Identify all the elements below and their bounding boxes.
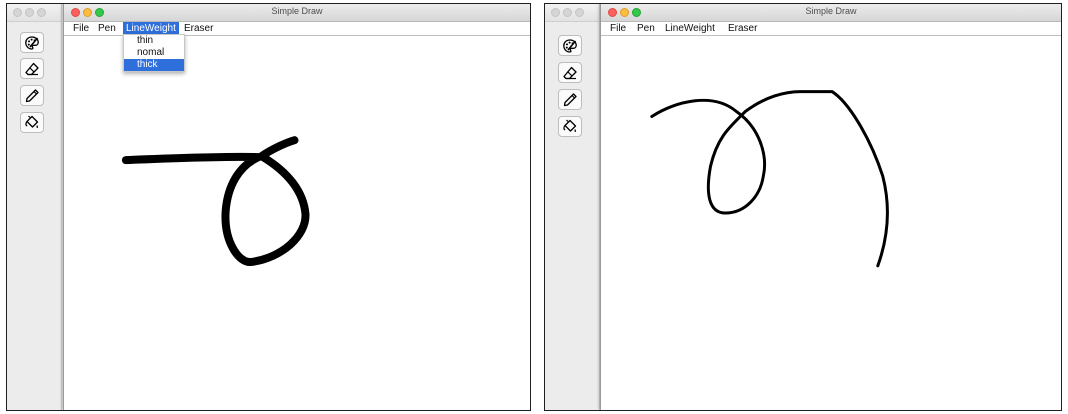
menu-bar: File Pen LineWeight Eraser (601, 22, 1061, 36)
eraser-tool-button[interactable] (20, 58, 44, 79)
screenshot-right: Simple Draw File Pen LineWeight Eraser (544, 3, 1062, 411)
palette-icon (25, 35, 39, 50)
tool-window-titlebar (545, 4, 599, 22)
thin-stroke (650, 90, 889, 268)
tool-palette-window (545, 4, 600, 410)
eraser-tool-button[interactable] (558, 62, 582, 83)
inactive-minimize-button[interactable] (563, 8, 572, 17)
pencil-tool-button[interactable] (558, 89, 582, 110)
tool-window-titlebar (7, 4, 61, 22)
inactive-minimize-button[interactable] (25, 8, 34, 17)
paint-bucket-tool-button[interactable] (20, 112, 44, 133)
window-titlebar: Simple Draw (601, 4, 1061, 22)
menu-eraser[interactable]: Eraser (181, 22, 216, 35)
pencil-icon (563, 92, 577, 106)
drawing-canvas[interactable] (64, 36, 530, 410)
window-title: Simple Draw (805, 6, 857, 16)
paint-bucket-icon (563, 119, 577, 132)
paint-bucket-tool-button[interactable] (558, 116, 582, 137)
option-thick[interactable]: thick (124, 59, 184, 71)
menu-file[interactable]: File (70, 22, 92, 35)
menu-pen[interactable]: Pen (634, 22, 658, 35)
paint-bucket-icon (25, 115, 39, 128)
option-thin[interactable]: thin (124, 35, 184, 47)
drawing-canvas-surface[interactable] (601, 36, 1061, 410)
inactive-close-button[interactable] (13, 8, 22, 17)
drawing-canvas-surface[interactable] (64, 36, 530, 410)
lineweight-dropdown: thin nomal thick (123, 34, 185, 72)
inactive-close-button[interactable] (551, 8, 560, 17)
window-titlebar: Simple Draw (64, 4, 530, 22)
screenshot-left: Simple Draw File Pen LineWeight Eraser t… (6, 3, 531, 411)
simple-draw-window: Simple Draw File Pen LineWeight Eraser (600, 4, 1061, 410)
menu-eraser[interactable]: Eraser (725, 22, 760, 35)
inactive-zoom-button[interactable] (37, 8, 46, 17)
inactive-zoom-button[interactable] (575, 8, 584, 17)
tool-palette-window (7, 4, 62, 410)
palette-icon (563, 38, 577, 53)
drawing-canvas[interactable] (601, 36, 1061, 410)
color-palette-button[interactable] (558, 35, 582, 56)
menu-lineweight[interactable]: LineWeight (662, 22, 718, 35)
pencil-icon (25, 88, 39, 102)
eraser-icon (25, 62, 39, 75)
simple-draw-window: Simple Draw File Pen LineWeight Eraser t… (63, 4, 530, 410)
eraser-icon (563, 66, 577, 79)
option-normal[interactable]: nomal (124, 47, 184, 59)
color-palette-button[interactable] (20, 32, 44, 53)
menu-pen[interactable]: Pen (95, 22, 119, 35)
thick-stroke (121, 136, 310, 266)
menu-file[interactable]: File (607, 22, 629, 35)
window-title: Simple Draw (271, 6, 323, 16)
pencil-tool-button[interactable] (20, 85, 44, 106)
